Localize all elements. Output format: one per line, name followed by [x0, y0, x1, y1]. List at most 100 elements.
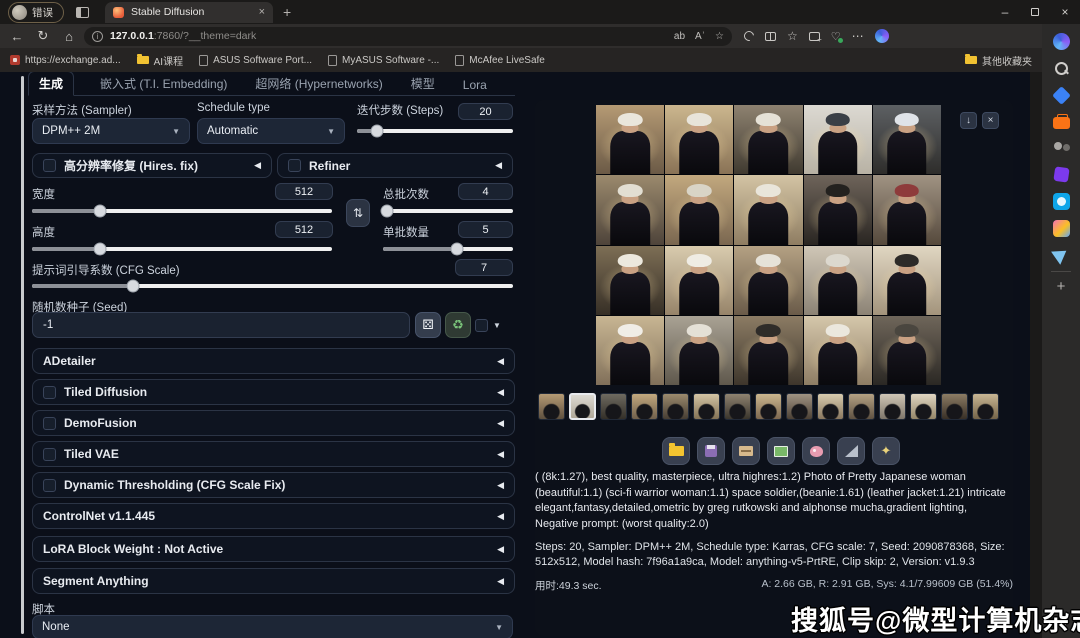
bookmark-folder-ai[interactable]: AI课程	[137, 53, 183, 68]
batch-count-slider[interactable]	[383, 209, 513, 213]
save-image-button[interactable]	[697, 437, 725, 465]
steps-slider[interactable]	[357, 129, 513, 133]
collections-icon[interactable]	[809, 32, 820, 41]
gallery-image[interactable]	[596, 175, 664, 244]
site-info-icon[interactable]: i	[92, 31, 103, 42]
batch-count-input[interactable]: 4	[458, 183, 513, 200]
collapse-arrow-icon[interactable]: ◀	[497, 418, 504, 429]
script-dropdown[interactable]: None▼	[32, 615, 513, 638]
extra-seed-checkbox[interactable]	[475, 319, 488, 332]
tools-icon[interactable]	[1053, 117, 1070, 129]
swap-dimensions-button[interactable]: ⇅	[346, 199, 370, 227]
width-slider[interactable]	[32, 209, 332, 213]
seed-extra-caret-icon[interactable]: ▼	[493, 321, 501, 330]
refiner-checkbox[interactable]	[288, 159, 301, 172]
gallery-thumbnail[interactable]	[693, 393, 720, 420]
gallery-thumbnail[interactable]	[941, 393, 968, 420]
save-zip-button[interactable]	[732, 437, 760, 465]
refiner-panel[interactable]: Refiner ◀	[277, 153, 513, 178]
gallery-image[interactable]	[873, 175, 941, 244]
send-to-img2img-button[interactable]	[767, 437, 795, 465]
gallery-image[interactable]	[665, 105, 733, 174]
browser-profile[interactable]: 错误	[8, 2, 64, 23]
gallery-image[interactable]	[596, 105, 664, 174]
bookmark-mcafee[interactable]: McAfee LiveSafe	[455, 55, 545, 66]
browser-tab[interactable]: Stable Diffusion ×	[105, 2, 273, 23]
translate-icon[interactable]: ab	[674, 31, 685, 42]
copilot-icon[interactable]	[875, 29, 889, 43]
gallery-thumbnail[interactable]	[600, 393, 627, 420]
accordion-lora-block-weight[interactable]: LoRA Block Weight : Not Active◀	[32, 536, 515, 562]
steps-input[interactable]: 20	[458, 103, 513, 120]
accordion-dynamic-thresholding[interactable]: Dynamic Thresholding (CFG Scale Fix)◀	[32, 472, 515, 498]
gallery-image[interactable]	[596, 316, 664, 385]
tiled-diffusion-checkbox[interactable]	[43, 386, 56, 399]
gallery-thumbnail[interactable]	[910, 393, 937, 420]
gallery-image[interactable]	[804, 105, 872, 174]
gallery-thumbnail[interactable]	[817, 393, 844, 420]
download-image-button[interactable]: ↓	[960, 112, 977, 129]
tab-lora[interactable]: Lora	[461, 75, 489, 95]
gallery-thumbnail[interactable]	[786, 393, 813, 420]
gallery-image[interactable]	[665, 175, 733, 244]
collapse-arrow-icon[interactable]: ◀	[497, 544, 504, 555]
gallery-image[interactable]	[734, 246, 802, 315]
tab-hypernetworks[interactable]: 超网络 (Hypernetworks)	[253, 72, 384, 95]
gallery-image[interactable]	[665, 316, 733, 385]
favorites-icon[interactable]: ☆	[787, 29, 798, 43]
gallery-image[interactable]	[873, 316, 941, 385]
settings-more-icon[interactable]: ⋯	[852, 29, 864, 43]
home-button[interactable]: ⌂	[58, 29, 80, 44]
gallery-thumbnail[interactable]	[631, 393, 658, 420]
tab-models[interactable]: 模型	[409, 72, 437, 95]
collapse-arrow-icon[interactable]: ◀	[497, 449, 504, 460]
shopping-icon[interactable]	[1052, 86, 1071, 105]
gallery-image[interactable]	[734, 175, 802, 244]
bookmark-exchange[interactable]: https://exchange.ad...	[10, 55, 121, 66]
collapse-arrow-icon[interactable]: ◀	[497, 576, 504, 587]
browser-essentials-icon[interactable]: ♡	[831, 30, 841, 43]
tab-embedding[interactable]: 嵌入式 (T.I. Embedding)	[98, 72, 229, 95]
split-screen-icon[interactable]	[765, 32, 776, 41]
bookmark-myasus[interactable]: MyASUS Software -...	[328, 55, 439, 66]
hires-fix-panel[interactable]: 高分辨率修复 (Hires. fix) ◀	[32, 153, 272, 178]
microsoft-365-icon[interactable]	[1053, 166, 1069, 182]
refresh-button[interactable]: ↻	[32, 28, 54, 44]
gallery-image[interactable]	[873, 105, 941, 174]
gallery-thumbnail[interactable]	[972, 393, 999, 420]
width-input[interactable]: 512	[275, 183, 333, 200]
accordion-controlnet[interactable]: ControlNet v1.1.445◀	[32, 503, 515, 529]
tab-txt2img[interactable]: 生成	[28, 72, 74, 96]
sampler-dropdown[interactable]: DPM++ 2M▼	[32, 118, 190, 144]
height-input[interactable]: 512	[275, 221, 333, 238]
open-folder-button[interactable]	[662, 437, 690, 465]
close-button[interactable]: ×	[1050, 0, 1080, 24]
collapse-arrow-icon[interactable]: ◀	[497, 356, 504, 367]
tiled-vae-checkbox[interactable]	[43, 448, 56, 461]
back-button[interactable]: ←	[6, 29, 28, 44]
favorite-star-icon[interactable]: ☆	[715, 31, 724, 42]
gallery-image[interactable]	[804, 246, 872, 315]
collapse-arrow-icon[interactable]: ◀	[497, 480, 504, 491]
image-creator-icon[interactable]	[1053, 193, 1070, 210]
extensions-icon[interactable]	[742, 29, 756, 43]
upscale-button[interactable]: ✦	[872, 437, 900, 465]
maximize-button[interactable]	[1020, 0, 1050, 24]
gallery-image[interactable]	[734, 316, 802, 385]
tab-close-icon[interactable]: ×	[259, 6, 265, 18]
demofusion-checkbox[interactable]	[43, 417, 56, 430]
random-seed-dice-button[interactable]: ⚄	[415, 312, 441, 338]
accordion-adetailer[interactable]: ADetailer◀	[32, 348, 515, 374]
cfg-input[interactable]: 7	[455, 259, 513, 276]
gallery-image[interactable]	[804, 175, 872, 244]
accordion-tiled-diffusion[interactable]: Tiled Diffusion◀	[32, 379, 515, 405]
drop-icon[interactable]	[1051, 244, 1071, 265]
hires-checkbox[interactable]	[43, 159, 56, 172]
gallery-thumbnail[interactable]	[879, 393, 906, 420]
gallery-image[interactable]	[596, 246, 664, 315]
batch-size-slider[interactable]	[383, 247, 513, 251]
gallery-image[interactable]	[734, 105, 802, 174]
search-icon[interactable]	[1053, 60, 1070, 77]
read-aloud-icon[interactable]: Aʾ	[695, 31, 705, 42]
collapse-arrow-icon[interactable]: ◀	[497, 511, 504, 522]
